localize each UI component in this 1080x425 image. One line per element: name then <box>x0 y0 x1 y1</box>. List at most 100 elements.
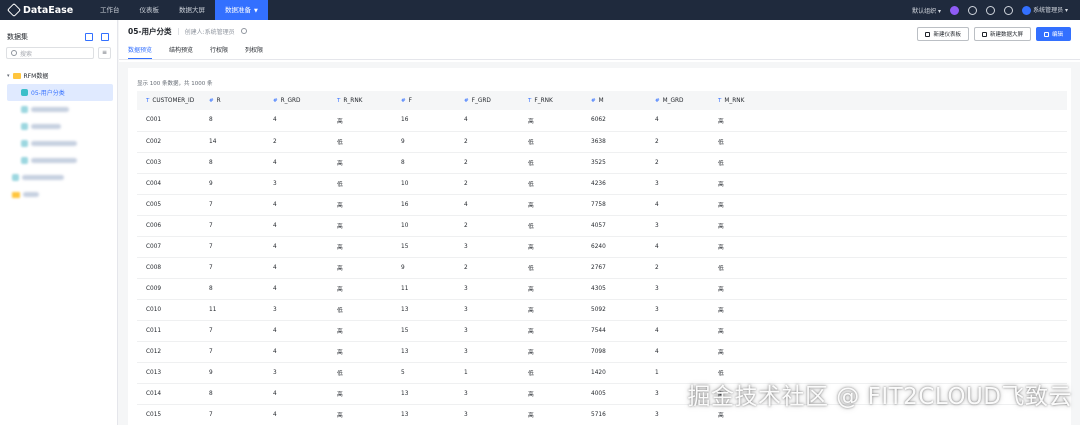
tree-item-blurred[interactable] <box>0 118 117 135</box>
edit-button[interactable]: 编辑 <box>1035 27 1071 41</box>
table-row: C007 7 4 高 15 3 高 6240 4 高 <box>137 236 1067 258</box>
tab[interactable]: 列权限 <box>245 42 263 59</box>
column-header[interactable]: T R_RNK <box>328 91 392 110</box>
tree-item-selected[interactable]: 05-用户分类 <box>7 84 113 101</box>
template-market-icon[interactable] <box>968 5 978 15</box>
nav-item[interactable]: 仪表板 <box>130 0 170 20</box>
table-cell: 4 <box>646 320 709 342</box>
main-content: 05-用户分类 创建人:系统管理员 新建仪表板 新建数据大屏 编辑 数据预览 结构… <box>119 20 1080 425</box>
tab[interactable]: 行权限 <box>210 42 228 59</box>
table-cell: 4 <box>646 110 709 132</box>
text-type-icon: T <box>528 97 532 104</box>
app-logo[interactable]: DataEase <box>0 0 90 20</box>
blurred-label <box>31 124 61 129</box>
table-row: C006 7 4 高 10 2 低 4057 3 高 <box>137 215 1067 237</box>
table-cell: 3 <box>455 341 519 363</box>
tab[interactable]: 数据预览 <box>128 42 153 59</box>
creator-info: 创建人:系统管理员 <box>184 28 235 36</box>
org-switcher[interactable]: 默认组织 ▾ <box>912 6 941 15</box>
tree-folder-rfm[interactable]: ▾ RFM数据 <box>0 67 117 84</box>
table-cell: 高 <box>709 173 1067 195</box>
tree-item-blurred[interactable] <box>0 169 117 186</box>
table-cell: 4 <box>455 110 519 132</box>
table-cell: 7 <box>200 320 264 342</box>
table-cell: 13 <box>392 404 455 425</box>
table-row: C005 7 4 高 16 4 高 7758 4 高 <box>137 194 1067 216</box>
dataset-icon <box>21 140 28 147</box>
table-cell: C011 <box>137 320 200 342</box>
nav-item[interactable]: 数据准备 ▼ <box>215 0 268 20</box>
text-type-icon: T <box>337 97 341 104</box>
number-type-icon: # <box>464 97 469 104</box>
new-screen-button[interactable]: 新建数据大屏 <box>973 27 1031 41</box>
table-cell: C010 <box>137 299 200 321</box>
column-header[interactable]: T M_RNK <box>709 91 1067 110</box>
table-cell: 7 <box>200 257 264 279</box>
table-cell: 高 <box>519 110 582 132</box>
ai-assistant-icon[interactable] <box>950 5 960 15</box>
table-cell: 5716 <box>582 404 646 425</box>
blurred-label <box>31 141 77 146</box>
table-cell: 低 <box>519 152 582 174</box>
info-icon[interactable] <box>240 28 247 34</box>
blurred-label <box>31 107 69 112</box>
user-menu[interactable]: 系统管理员 ▾ <box>1022 5 1068 15</box>
column-header[interactable]: # M <box>582 91 646 110</box>
table-cell: 4 <box>264 383 328 405</box>
new-folder-icon[interactable] <box>85 32 93 41</box>
help-icon[interactable] <box>986 5 996 15</box>
table-cell: 低 <box>328 173 392 195</box>
table-cell: 1420 <box>582 362 646 384</box>
table-cell: 4 <box>264 278 328 300</box>
dataset-icon <box>21 106 28 113</box>
tab[interactable]: 结构预览 <box>169 42 193 59</box>
table-cell: 高 <box>709 110 1067 132</box>
tree-item-blurred[interactable] <box>0 101 117 118</box>
table-cell: 4 <box>264 320 328 342</box>
tree-item-blurred[interactable] <box>0 135 117 152</box>
column-header[interactable]: T F_RNK <box>519 91 582 110</box>
table-cell: 3 <box>646 278 709 300</box>
expand-icon[interactable]: ▾ <box>7 73 10 79</box>
table-cell: 11 <box>200 299 264 321</box>
dataset-sidebar: 数据集 搜索 ≡ ▾ RFM数据 05-用户分类 <box>0 20 118 425</box>
column-header[interactable]: # M_GRD <box>646 91 709 110</box>
table-cell: 7 <box>200 341 264 363</box>
table-cell: 4 <box>264 257 328 279</box>
table-cell: 8 <box>200 152 264 174</box>
folder-icon <box>12 191 20 198</box>
column-name: M_GRD <box>662 97 684 104</box>
column-header[interactable]: # F_GRD <box>455 91 519 110</box>
column-header[interactable]: # R_GRD <box>264 91 328 110</box>
nav-item[interactable]: 工作台 <box>90 0 130 20</box>
table-cell: 3 <box>646 299 709 321</box>
new-dataset-icon[interactable] <box>101 32 109 41</box>
settings-icon[interactable] <box>1004 5 1014 15</box>
nav-item[interactable]: 数据大屏 <box>169 0 215 20</box>
divider <box>177 27 179 35</box>
tree-item-blurred[interactable] <box>0 152 117 169</box>
search-input[interactable]: 搜索 <box>6 47 94 59</box>
table-cell: 高 <box>328 194 392 216</box>
table-cell: 4 <box>264 194 328 216</box>
table-cell: C007 <box>137 236 200 258</box>
column-header[interactable]: # F <box>392 91 455 110</box>
tree-folder-blurred[interactable] <box>0 186 117 203</box>
table-cell: 11 <box>392 278 455 300</box>
nav-item-label: 仪表板 <box>139 6 160 14</box>
column-header[interactable]: # R <box>200 91 264 110</box>
edit-icon <box>1043 31 1049 37</box>
search-placeholder: 搜索 <box>20 50 33 58</box>
table-cell: 2 <box>455 152 519 174</box>
table-cell: 4 <box>455 194 519 216</box>
column-header[interactable]: T CUSTOMER_ID <box>137 91 200 110</box>
table-cell: 10 <box>392 173 455 195</box>
table-cell: 4 <box>646 236 709 258</box>
table-cell: 3 <box>264 299 328 321</box>
table-cell: 高 <box>519 194 582 216</box>
sort-icon[interactable]: ≡ <box>98 47 111 59</box>
new-dashboard-button[interactable]: 新建仪表板 <box>917 27 969 41</box>
table-cell: 2 <box>455 173 519 195</box>
table-cell: 3 <box>455 299 519 321</box>
table-cell: 2 <box>646 257 709 279</box>
